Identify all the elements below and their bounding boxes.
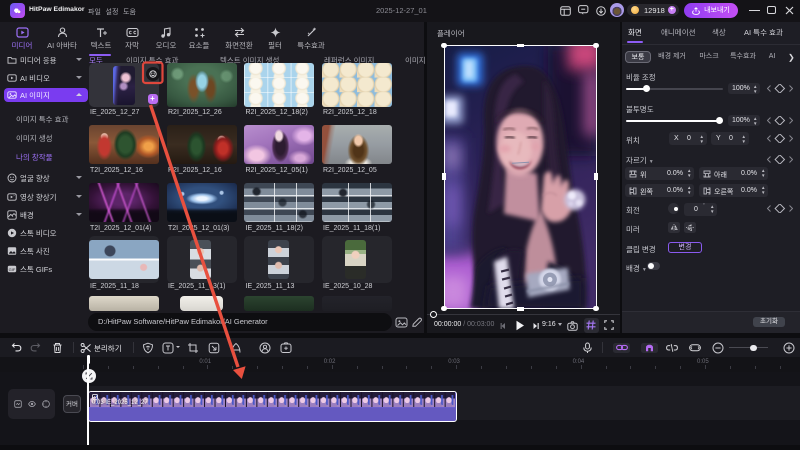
svg-text:GIF: GIF: [9, 266, 16, 271]
